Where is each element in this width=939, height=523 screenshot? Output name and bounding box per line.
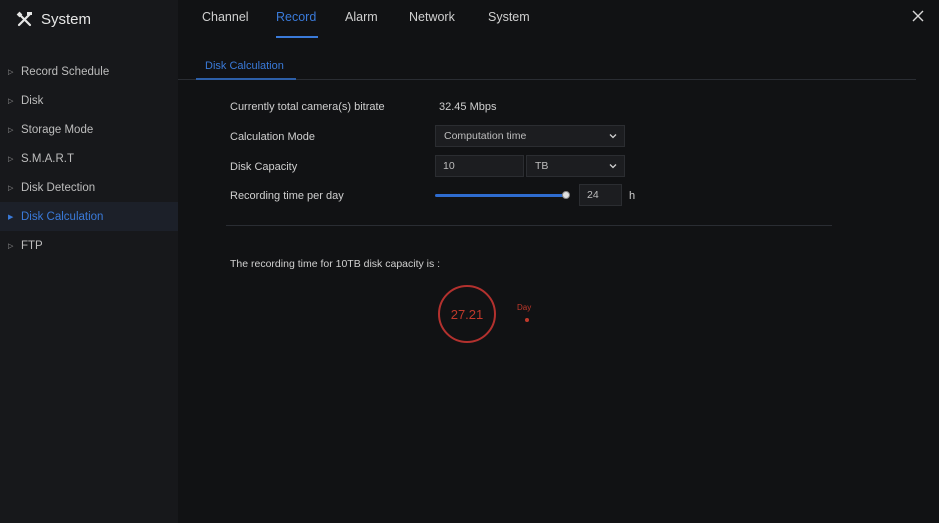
- triangle-right-icon: ▶: [8, 213, 14, 221]
- recording-time-unit: h: [629, 190, 636, 202]
- result-description: The recording time for 10TB disk capacit…: [230, 258, 441, 270]
- sidebar-item-disk-calculation[interactable]: ▶ Disk Calculation: [0, 202, 178, 231]
- chevron-down-icon: [609, 134, 617, 139]
- sidebar-item-label: Disk Calculation: [21, 210, 104, 223]
- triangle-right-icon: ▷: [8, 155, 14, 163]
- recording-time-input[interactable]: 24: [579, 184, 622, 206]
- sidebar-item-label: FTP: [21, 239, 43, 252]
- bitrate-label: Currently total camera(s) bitrate: [230, 101, 385, 113]
- app-title: System: [41, 10, 92, 28]
- triangle-right-icon: ▷: [8, 97, 14, 105]
- recording-time-value: 24: [587, 189, 599, 201]
- section-divider: [226, 225, 832, 226]
- active-subtab-indicator: [196, 78, 296, 80]
- chevron-down-icon: [609, 164, 617, 169]
- recording-time-slider-handle[interactable]: [562, 191, 570, 199]
- disk-capacity-label: Disk Capacity: [230, 161, 298, 173]
- bitrate-value: 32.45 Mbps: [439, 101, 497, 113]
- recording-time-label: Recording time per day: [230, 190, 344, 202]
- calculation-mode-value: Computation time: [444, 130, 527, 142]
- calculation-mode-select[interactable]: Computation time: [435, 125, 625, 147]
- sidebar-item-smart[interactable]: ▷ S.M.A.R.T: [0, 144, 178, 173]
- tools-icon: [16, 11, 33, 28]
- calculation-mode-label: Calculation Mode: [230, 131, 315, 143]
- sidebar-item-label: Disk: [21, 94, 44, 107]
- sidebar: System ▷ Record Schedule ▷ Disk ▷ Storag…: [0, 0, 178, 523]
- capacity-unit-select[interactable]: TB: [526, 155, 625, 177]
- top-nav: Channel Record Alarm Network System: [178, 0, 939, 40]
- disk-capacity-input[interactable]: 10: [435, 155, 524, 177]
- result-unit: Day: [517, 303, 532, 312]
- tab-network[interactable]: Network: [409, 10, 455, 24]
- active-tab-indicator: [276, 36, 318, 38]
- tab-alarm[interactable]: Alarm: [345, 10, 378, 24]
- close-icon: [912, 10, 924, 22]
- close-button[interactable]: [911, 9, 925, 23]
- sidebar-item-label: S.M.A.R.T: [21, 152, 75, 165]
- sidebar-item-storage-mode[interactable]: ▷ Storage Mode: [0, 115, 178, 144]
- triangle-right-icon: ▷: [8, 68, 14, 76]
- result-unit-dot: [525, 318, 529, 322]
- sidebar-item-record-schedule[interactable]: ▷ Record Schedule: [0, 57, 178, 86]
- sidebar-item-label: Disk Detection: [21, 181, 96, 194]
- capacity-unit-value: TB: [535, 160, 549, 172]
- sidebar-item-label: Storage Mode: [21, 123, 94, 136]
- sidebar-item-ftp[interactable]: ▷ FTP: [0, 231, 178, 260]
- sidebar-item-disk-detection[interactable]: ▷ Disk Detection: [0, 173, 178, 202]
- app-brand: System: [16, 8, 91, 30]
- sidebar-item-disk[interactable]: ▷ Disk: [0, 86, 178, 115]
- triangle-right-icon: ▷: [8, 184, 14, 192]
- sidebar-menu: ▷ Record Schedule ▷ Disk ▷ Storage Mode …: [0, 57, 178, 260]
- disk-capacity-value: 10: [443, 160, 455, 172]
- result-value: 27.21: [450, 306, 484, 322]
- recording-time-slider[interactable]: [435, 194, 566, 197]
- result-ring: 27.21: [438, 285, 496, 343]
- subtab-disk-calculation[interactable]: Disk Calculation: [205, 60, 284, 72]
- tab-channel[interactable]: Channel: [202, 10, 249, 24]
- sidebar-item-label: Record Schedule: [21, 65, 110, 78]
- tab-record[interactable]: Record: [276, 10, 316, 24]
- triangle-right-icon: ▷: [8, 242, 14, 250]
- triangle-right-icon: ▷: [8, 126, 14, 134]
- tab-system[interactable]: System: [488, 10, 530, 24]
